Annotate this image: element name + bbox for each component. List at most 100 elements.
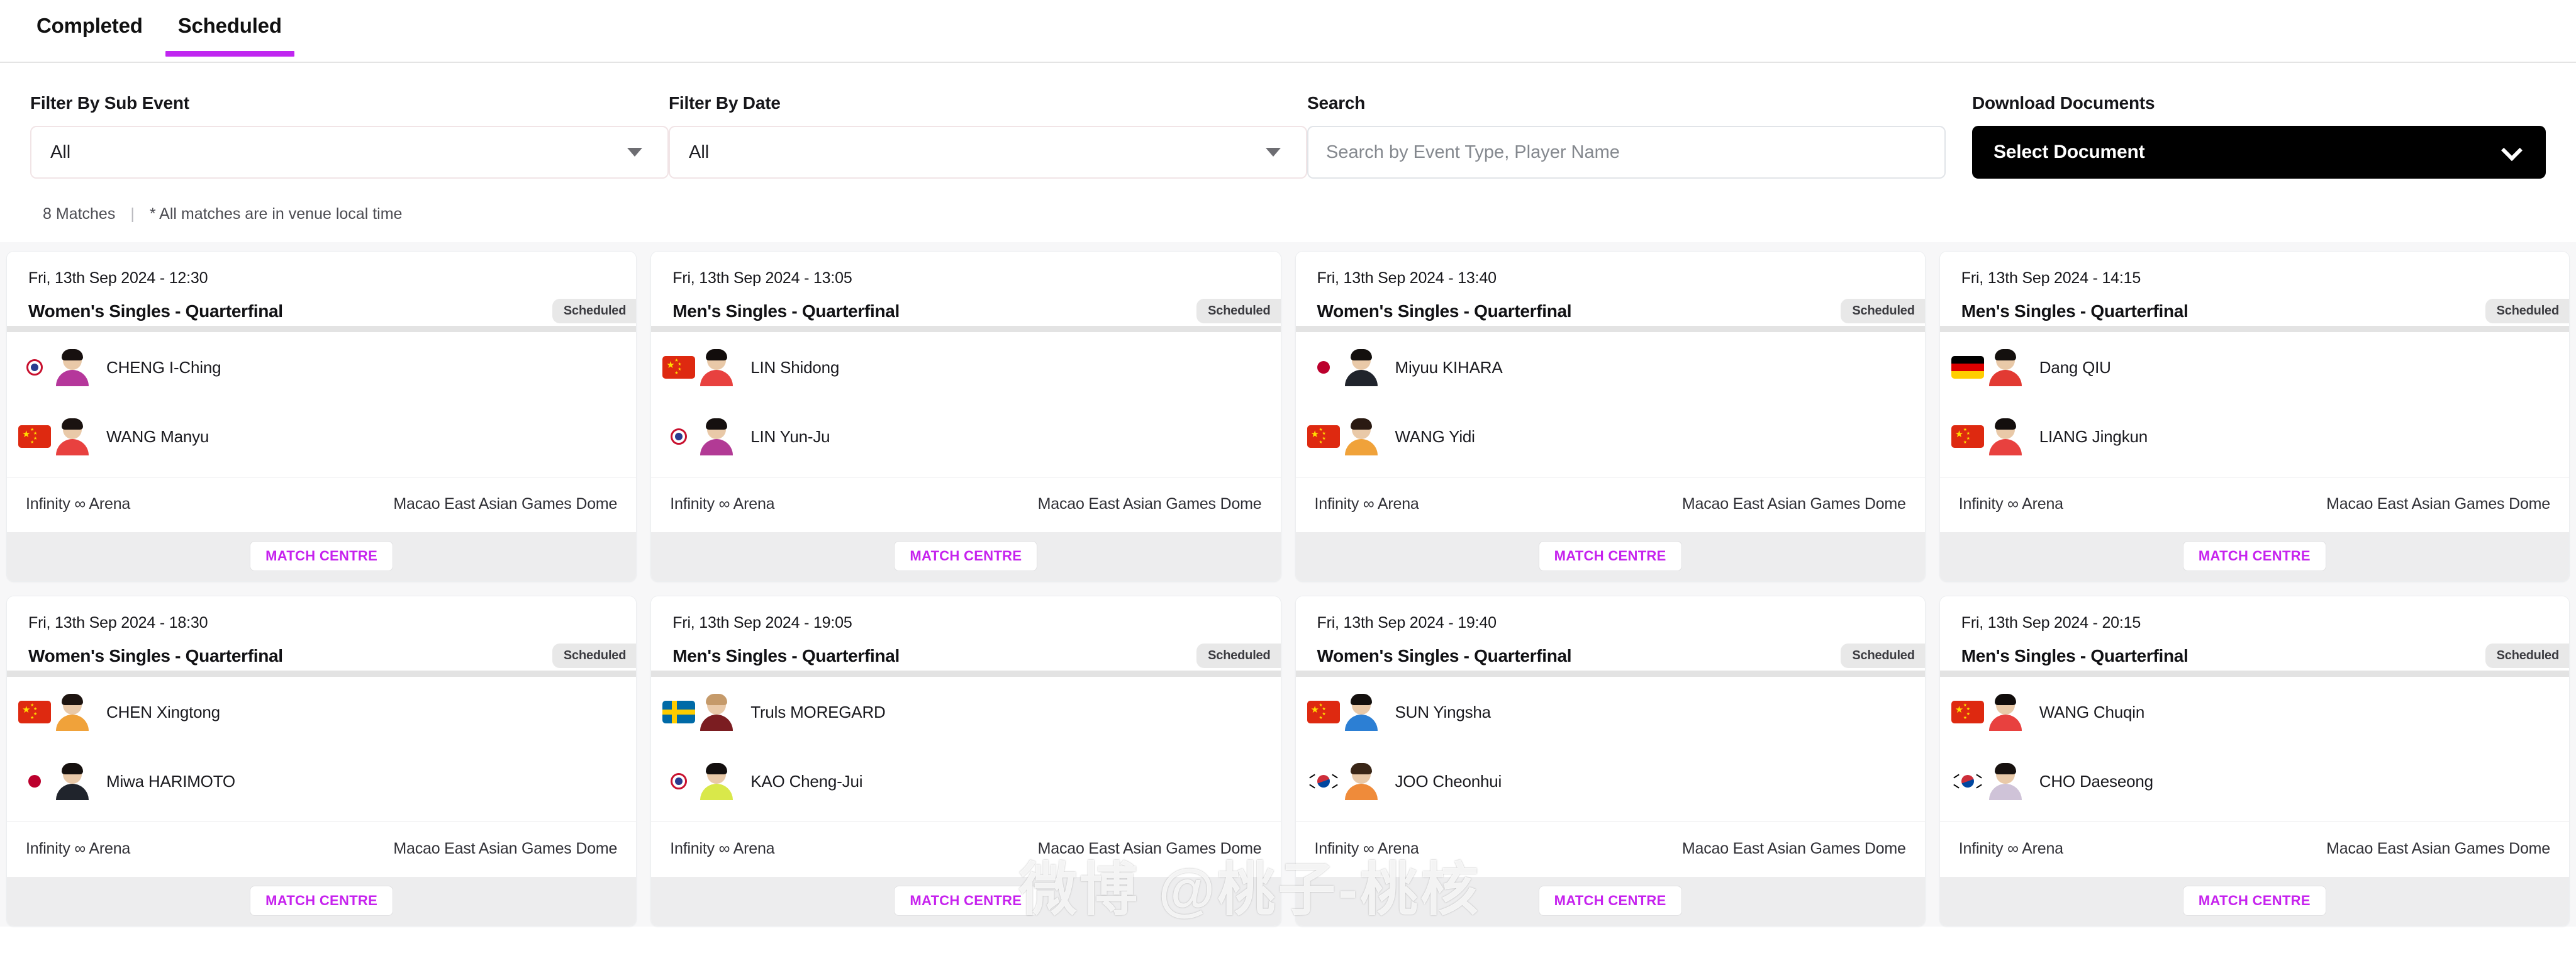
player-row[interactable]: ★ ★ ★ ★ ★ LIANG Jingkun xyxy=(1940,410,2569,463)
flag-icon-kr xyxy=(1307,770,1340,793)
tab-completed[interactable]: Completed xyxy=(19,14,160,57)
venue-name: Macao East Asian Games Dome xyxy=(393,495,618,513)
chevron-down-icon xyxy=(2501,140,2523,162)
player-row[interactable]: Dang QIU xyxy=(1940,341,2569,394)
header-divider-strip xyxy=(651,326,1281,332)
header-divider-strip xyxy=(7,326,637,332)
header-divider-strip xyxy=(1939,671,2569,677)
match-title: Women's Singles - Quarterfinal xyxy=(28,301,283,321)
player-row[interactable]: Miyuu KIHARA xyxy=(1296,341,1925,394)
venue-name: Macao East Asian Games Dome xyxy=(1681,495,1906,513)
flag-icon-cn: ★ ★ ★ ★ ★ xyxy=(18,701,51,723)
match-centre-button[interactable]: MATCH CENTRE xyxy=(894,886,1038,916)
flag-icon-tpe xyxy=(662,425,696,448)
match-card[interactable]: Fri, 13th Sep 2024 - 14:15 Men's Singles … xyxy=(1939,251,2570,582)
match-title: Men's Singles - Quarterfinal xyxy=(1961,646,2188,666)
player-row[interactable]: Truls MOREGARD xyxy=(651,686,1280,738)
flag-icon-jp xyxy=(18,770,51,793)
flag-icon-tpe xyxy=(18,356,51,379)
venue-row: Infinity ∞ Arena Macao East Asian Games D… xyxy=(651,822,1281,877)
match-card[interactable]: Fri, 13th Sep 2024 - 13:05 Men's Singles … xyxy=(650,251,1281,582)
match-summary: 8 Matches | * All matches are in venue l… xyxy=(0,179,2576,242)
header-divider-strip xyxy=(7,671,637,677)
venue-name: Macao East Asian Games Dome xyxy=(1681,840,1906,857)
status-badge: Scheduled xyxy=(1841,299,1925,323)
search-box[interactable] xyxy=(1307,126,1946,179)
player-avatar xyxy=(1344,418,1379,455)
players-list: ★ ★ ★ ★ ★ CHEN Xingtong Miwa HARIMOTO xyxy=(7,677,637,822)
player-row[interactable]: ★ ★ ★ ★ ★ WANG Chuqin xyxy=(1940,686,2569,738)
search-label: Search xyxy=(1307,93,1366,113)
local-time-note: * All matches are in venue local time xyxy=(149,205,403,223)
match-centre-button[interactable]: MATCH CENTRE xyxy=(2182,541,2326,571)
match-datetime: Fri, 13th Sep 2024 - 13:40 xyxy=(1317,269,1497,287)
match-card-header: Fri, 13th Sep 2024 - 12:30 Women's Single… xyxy=(7,252,637,326)
player-avatar xyxy=(1344,693,1379,731)
match-card[interactable]: Fri, 13th Sep 2024 - 20:15 Men's Singles … xyxy=(1939,596,2570,927)
player-avatar xyxy=(55,693,90,731)
match-centre-button[interactable]: MATCH CENTRE xyxy=(2182,886,2326,916)
filter-sub-event-select[interactable]: All xyxy=(30,126,669,179)
download-documents-label: Download Documents xyxy=(1972,93,2155,113)
flag-icon-cn: ★ ★ ★ ★ ★ xyxy=(18,425,51,448)
match-datetime: Fri, 13th Sep 2024 - 14:15 xyxy=(1961,269,2141,287)
status-badge: Scheduled xyxy=(2485,299,2569,323)
match-centre-button[interactable]: MATCH CENTRE xyxy=(1538,541,1682,571)
player-row[interactable]: ★ ★ ★ ★ ★ WANG Yidi xyxy=(1296,410,1925,463)
players-list: Dang QIU ★ ★ ★ ★ ★ LIANG Jingkun xyxy=(1939,332,2569,477)
player-avatar xyxy=(55,762,90,800)
player-row[interactable]: Miwa HARIMOTO xyxy=(7,755,636,808)
filter-date-select[interactable]: All xyxy=(669,126,1307,179)
match-card[interactable]: Fri, 13th Sep 2024 - 19:40 Women's Single… xyxy=(1295,596,1926,927)
player-avatar xyxy=(1988,348,2023,386)
venue-name: Macao East Asian Games Dome xyxy=(393,840,618,857)
players-list: Miyuu KIHARA ★ ★ ★ ★ ★ WANG Yidi xyxy=(1295,332,1925,477)
match-card[interactable]: Fri, 13th Sep 2024 - 19:05 Men's Singles … xyxy=(650,596,1281,927)
player-name: WANG Chuqin xyxy=(2039,702,2145,722)
player-row[interactable]: KAO Cheng-Jui xyxy=(651,755,1280,808)
match-card-footer: MATCH CENTRE xyxy=(651,877,1281,926)
player-row[interactable]: ★ ★ ★ ★ ★ CHEN Xingtong xyxy=(7,686,636,738)
match-card-header: Fri, 13th Sep 2024 - 18:30 Women's Single… xyxy=(7,596,637,671)
search-input[interactable] xyxy=(1326,142,1927,163)
arena-name: Infinity ∞ Arena xyxy=(1958,840,2063,857)
match-card[interactable]: Fri, 13th Sep 2024 - 18:30 Women's Single… xyxy=(6,596,637,927)
flag-icon-cn: ★ ★ ★ ★ ★ xyxy=(1951,701,1984,723)
match-card[interactable]: Fri, 13th Sep 2024 - 13:40 Women's Single… xyxy=(1295,251,1926,582)
players-list: CHENG I-Ching ★ ★ ★ ★ ★ WANG Manyu xyxy=(7,332,637,477)
player-row[interactable]: CHO Daeseong xyxy=(1940,755,2569,808)
match-centre-button[interactable]: MATCH CENTRE xyxy=(1538,886,1682,916)
player-name: JOO Cheonhui xyxy=(1395,771,1502,791)
player-row[interactable]: ★ ★ ★ ★ ★ SUN Yingsha xyxy=(1296,686,1925,738)
venue-row: Infinity ∞ Arena Macao East Asian Games D… xyxy=(1295,822,1925,877)
match-card[interactable]: Fri, 13th Sep 2024 - 12:30 Women's Single… xyxy=(6,251,637,582)
status-badge: Scheduled xyxy=(1841,644,1925,668)
matches-grid-wrap: Fri, 13th Sep 2024 - 12:30 Women's Single… xyxy=(0,242,2576,927)
match-centre-button[interactable]: MATCH CENTRE xyxy=(894,541,1038,571)
select-document-button[interactable]: Select Document xyxy=(1972,126,2546,179)
player-name: WANG Yidi xyxy=(1395,426,1475,446)
match-title: Women's Singles - Quarterfinal xyxy=(1317,301,1572,321)
match-datetime: Fri, 13th Sep 2024 - 13:05 xyxy=(672,269,852,287)
player-avatar xyxy=(55,418,90,455)
player-row[interactable]: LIN Yun-Ju xyxy=(651,410,1280,463)
flag-icon-cn: ★ ★ ★ ★ ★ xyxy=(1307,701,1340,723)
status-badge: Scheduled xyxy=(2485,644,2569,668)
match-title: Women's Singles - Quarterfinal xyxy=(1317,646,1572,666)
match-datetime: Fri, 13th Sep 2024 - 20:15 xyxy=(1961,614,2141,632)
player-row[interactable]: ★ ★ ★ ★ ★ WANG Manyu xyxy=(7,410,636,463)
flag-icon-se xyxy=(662,701,696,723)
match-centre-button[interactable]: MATCH CENTRE xyxy=(250,541,394,571)
player-row[interactable]: JOO Cheonhui xyxy=(1296,755,1925,808)
venue-name: Macao East Asian Games Dome xyxy=(1037,495,1262,513)
match-title: Men's Singles - Quarterfinal xyxy=(672,301,900,321)
player-row[interactable]: ★ ★ ★ ★ ★ LIN Shidong xyxy=(651,341,1280,394)
arena-name: Infinity ∞ Arena xyxy=(26,840,131,857)
match-card-header: Fri, 13th Sep 2024 - 13:40 Women's Single… xyxy=(1295,252,1925,326)
match-title: Men's Singles - Quarterfinal xyxy=(672,646,900,666)
tab-scheduled[interactable]: Scheduled xyxy=(160,14,299,57)
player-row[interactable]: CHENG I-Ching xyxy=(7,341,636,394)
filter-sub-event-label: Filter By Sub Event xyxy=(30,93,189,113)
match-centre-button[interactable]: MATCH CENTRE xyxy=(250,886,394,916)
status-badge: Scheduled xyxy=(1196,644,1281,668)
